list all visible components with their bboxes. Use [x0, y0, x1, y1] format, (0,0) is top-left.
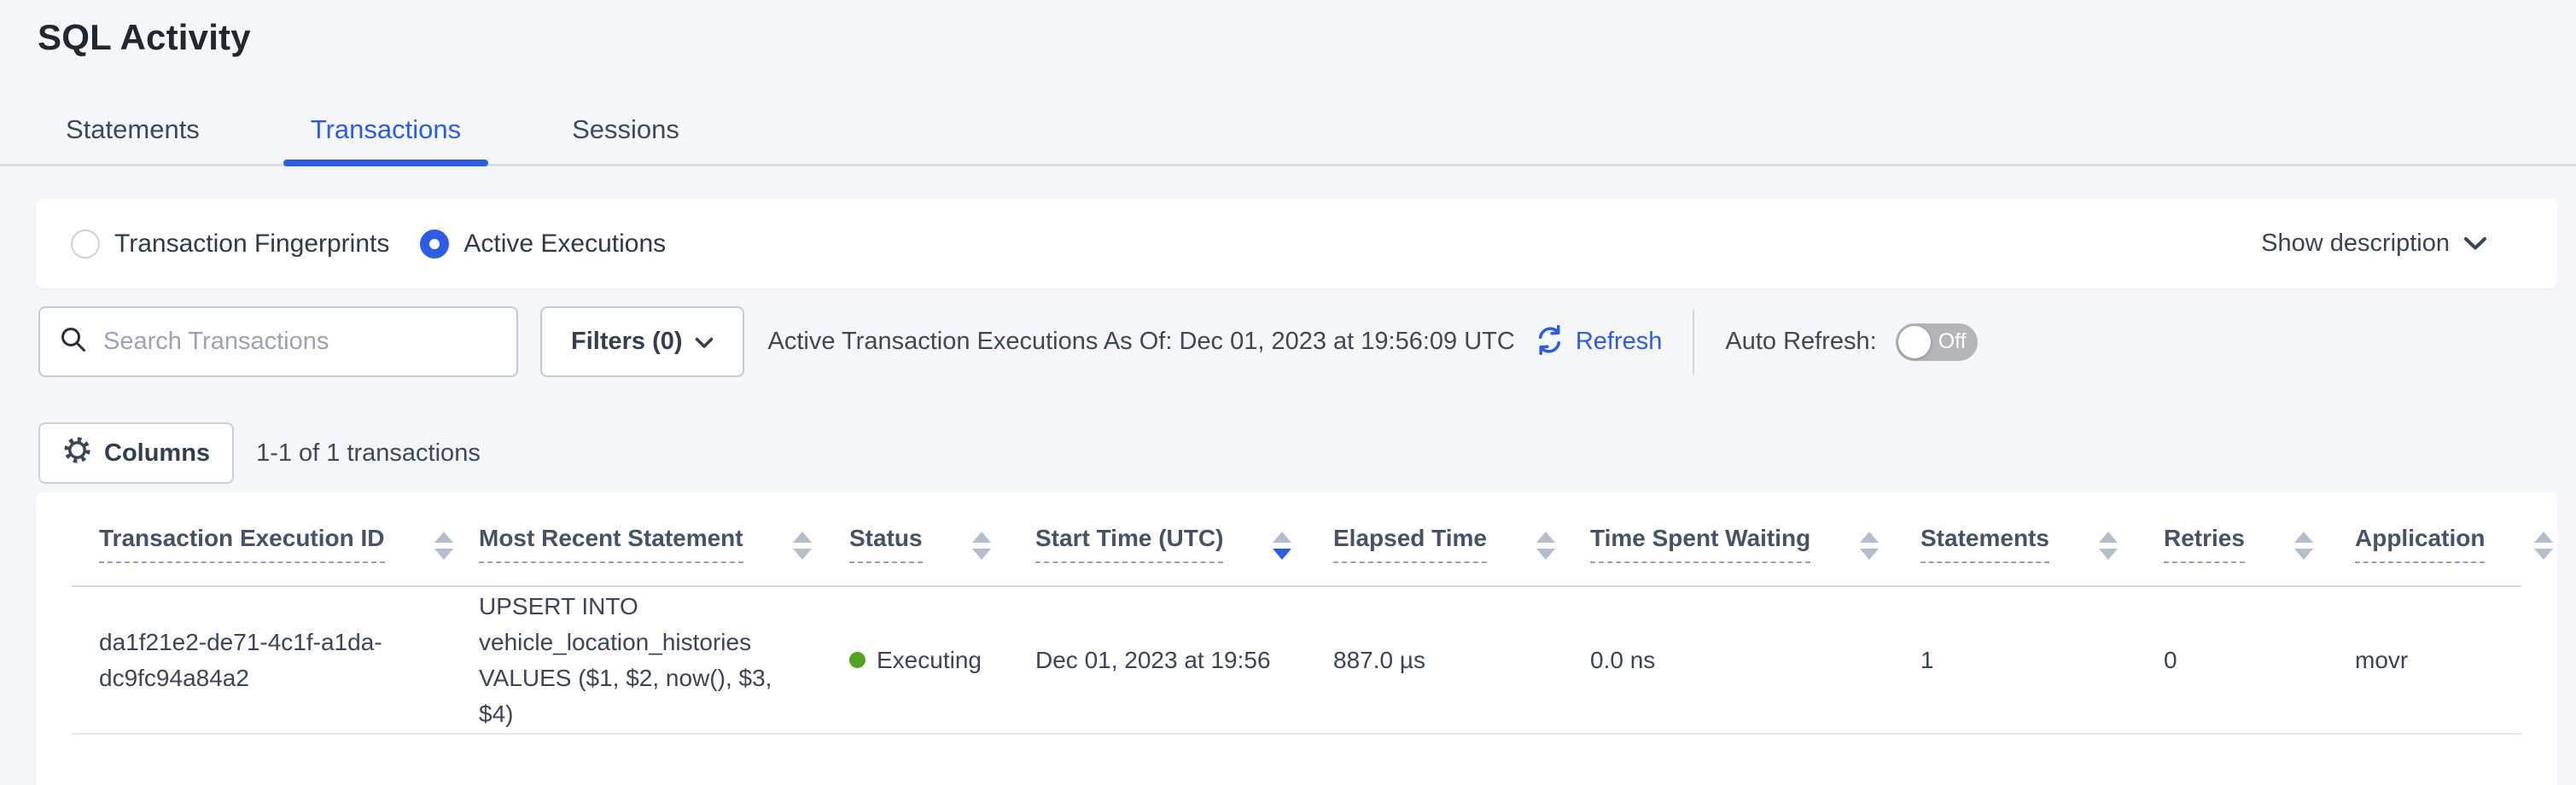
sort-icons[interactable] — [1860, 532, 1879, 560]
sort-asc-icon[interactable] — [434, 532, 453, 543]
radio-transaction-fingerprints[interactable]: Transaction Fingerprints — [71, 230, 389, 259]
column-header-application[interactable]: Application — [2355, 525, 2485, 563]
cell-statements: 1 — [1893, 586, 2136, 734]
column-header-status[interactable]: Status — [849, 525, 923, 563]
cell-most-recent-statement: UPSERT INTO vehicle_location_histories V… — [452, 586, 822, 734]
cell-status: Executing — [822, 586, 1008, 734]
transactions-table-card: Transaction Execution ID Most Recent Sta… — [36, 492, 2557, 785]
filters-button[interactable]: Filters (0) — [540, 306, 744, 377]
column-header-transaction-execution-id[interactable]: Transaction Execution ID — [99, 525, 385, 563]
sort-icons[interactable] — [2294, 532, 2313, 560]
tab-sessions[interactable]: Sessions — [545, 114, 707, 164]
radio-unselected-icon[interactable] — [71, 230, 100, 259]
chevron-down-icon — [2463, 230, 2487, 258]
sort-icons[interactable] — [2534, 532, 2553, 560]
status-label: Executing — [877, 643, 982, 678]
search-icon — [59, 325, 88, 358]
refresh-label: Refresh — [1576, 328, 1663, 356]
search-input[interactable] — [103, 328, 499, 356]
radio-label: Transaction Fingerprints — [114, 230, 389, 259]
sort-asc-icon[interactable] — [972, 532, 991, 543]
cell-retries: 0 — [2136, 586, 2328, 734]
auto-refresh-toggle[interactable]: Off — [1896, 323, 1978, 361]
radio-selected-icon[interactable] — [420, 230, 449, 259]
refresh-button[interactable]: Refresh — [1534, 324, 1663, 360]
toggle-state-label: Off — [1938, 329, 1967, 354]
cell-transaction-execution-id: da1f21e2-de71-4c1f-a1da-dc9fc94a84a2 — [72, 586, 452, 734]
toolbar: Filters (0) Active Transaction Execution… — [38, 305, 2557, 378]
sort-desc-icon[interactable] — [2534, 549, 2553, 560]
filters-button-label: Filters (0) — [571, 328, 683, 356]
show-description-toggle[interactable]: Show description — [2261, 230, 2487, 258]
sort-asc-icon[interactable] — [2099, 532, 2118, 543]
column-header-start-time[interactable]: Start Time (UTC) — [1035, 525, 1223, 563]
transactions-table: Transaction Execution ID Most Recent Sta… — [72, 492, 2521, 735]
sql-activity-page: SQL Activity Statements Transactions Ses… — [0, 0, 2576, 785]
cell-time-spent-waiting: 0.0 ns — [1563, 586, 1893, 734]
sort-desc-icon[interactable] — [434, 549, 453, 560]
column-header-elapsed-time[interactable]: Elapsed Time — [1333, 525, 1487, 563]
page-title: SQL Activity — [38, 17, 2576, 58]
cell-elapsed-time: 887.0 µs — [1306, 586, 1563, 734]
tab-statements[interactable]: Statements — [38, 114, 227, 164]
chevron-down-icon — [695, 328, 714, 356]
column-header-retries[interactable]: Retries — [2164, 525, 2245, 563]
search-box[interactable] — [38, 306, 518, 377]
sort-asc-icon[interactable] — [1536, 532, 1555, 543]
sort-desc-icon[interactable] — [1860, 549, 1879, 560]
toggle-knob[interactable] — [1898, 326, 1931, 358]
sort-icons[interactable] — [2099, 532, 2118, 560]
column-header-time-spent-waiting[interactable]: Time Spent Waiting — [1590, 525, 1810, 563]
sort-asc-icon[interactable] — [2294, 532, 2313, 543]
tab-transactions[interactable]: Transactions — [283, 114, 488, 164]
status-executing-dot-icon — [849, 652, 865, 668]
sort-desc-icon[interactable] — [2099, 549, 2118, 560]
refresh-icon — [1534, 324, 1565, 360]
sort-asc-icon[interactable] — [1273, 532, 1291, 543]
gear-icon — [62, 435, 92, 472]
sort-icons[interactable] — [793, 532, 812, 560]
cell-start-time: Dec 01, 2023 at 19:56 — [1008, 586, 1306, 734]
sort-icons[interactable] — [1273, 532, 1291, 560]
auto-refresh-label: Auto Refresh: — [1725, 328, 1876, 356]
table-controls: Columns 1-1 of 1 transactions — [38, 422, 2557, 484]
column-header-statements[interactable]: Statements — [1920, 525, 2049, 563]
results-count: 1-1 of 1 transactions — [256, 439, 481, 468]
cell-application: movr — [2328, 586, 2521, 734]
show-description-label: Show description — [2261, 230, 2450, 258]
sort-icons[interactable] — [434, 532, 453, 560]
sort-desc-icon[interactable] — [2294, 549, 2313, 560]
sort-asc-icon[interactable] — [793, 532, 812, 543]
sort-desc-icon-active[interactable] — [1273, 549, 1291, 560]
radio-active-executions[interactable]: Active Executions — [420, 230, 666, 259]
sort-desc-icon[interactable] — [1536, 549, 1555, 560]
table-row[interactable]: da1f21e2-de71-4c1f-a1da-dc9fc94a84a2 UPS… — [72, 586, 2521, 734]
radio-label: Active Executions — [463, 230, 666, 259]
sort-desc-icon[interactable] — [972, 549, 991, 560]
sort-icons[interactable] — [972, 532, 991, 560]
sort-asc-icon[interactable] — [1860, 532, 1879, 543]
sort-asc-icon[interactable] — [2534, 532, 2553, 543]
toolbar-divider — [1693, 310, 1694, 375]
view-selector-card: Transaction Fingerprints Active Executio… — [36, 199, 2557, 288]
column-header-most-recent-statement[interactable]: Most Recent Statement — [479, 525, 743, 563]
sort-icons[interactable] — [1536, 532, 1555, 560]
columns-button-label: Columns — [104, 439, 210, 468]
columns-button[interactable]: Columns — [38, 422, 234, 484]
sort-desc-icon[interactable] — [793, 549, 812, 560]
as-of-timestamp: Active Transaction Executions As Of: Dec… — [768, 328, 1515, 356]
tab-bar: Statements Transactions Sessions — [0, 114, 2576, 166]
table-header-row: Transaction Execution ID Most Recent Sta… — [72, 492, 2521, 586]
